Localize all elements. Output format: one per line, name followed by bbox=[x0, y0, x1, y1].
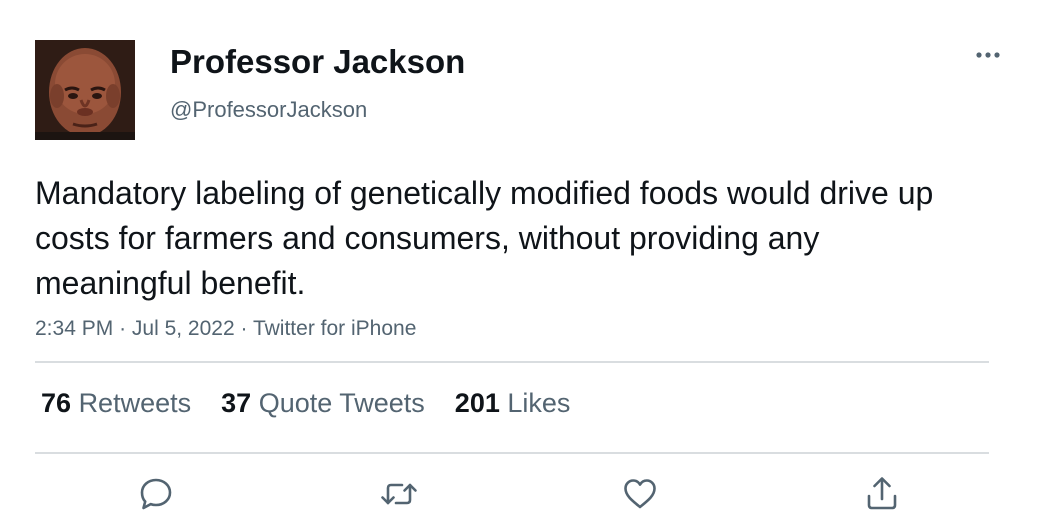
tweet-stats: 76 Retweets 37 Quote Tweets 201 Likes bbox=[41, 388, 570, 419]
share-button[interactable] bbox=[860, 472, 904, 516]
likes-label: Likes bbox=[507, 388, 571, 418]
tweet-source[interactable]: Twitter for iPhone bbox=[253, 317, 416, 340]
retweet-icon bbox=[377, 472, 421, 516]
divider bbox=[35, 452, 989, 454]
tweet-meta: 2:34 PM · Jul 5, 2022 · Twitter for iPho… bbox=[35, 317, 416, 341]
reply-button[interactable] bbox=[134, 472, 178, 516]
likes-stat[interactable]: 201 Likes bbox=[455, 388, 571, 419]
like-button[interactable] bbox=[618, 472, 662, 516]
reply-icon bbox=[134, 472, 178, 516]
more-options-button[interactable] bbox=[970, 44, 1006, 66]
heart-icon bbox=[618, 472, 662, 516]
tweet-time[interactable]: 2:34 PM bbox=[35, 317, 113, 340]
author-display-name[interactable]: Professor Jackson bbox=[170, 43, 465, 81]
quote-tweets-stat[interactable]: 37 Quote Tweets bbox=[221, 388, 425, 419]
author-handle[interactable]: @ProfessorJackson bbox=[170, 97, 367, 123]
share-icon bbox=[860, 472, 904, 516]
action-bar bbox=[0, 472, 1050, 518]
retweets-count: 76 bbox=[41, 388, 72, 418]
tweet-date[interactable]: Jul 5, 2022 bbox=[132, 317, 235, 340]
quote-tweets-label: Quote Tweets bbox=[258, 388, 425, 418]
meta-separator: · bbox=[240, 317, 248, 340]
retweets-stat[interactable]: 76 Retweets bbox=[41, 388, 191, 419]
quote-tweets-count: 37 bbox=[221, 388, 252, 418]
divider bbox=[35, 361, 989, 363]
likes-count: 201 bbox=[454, 388, 500, 418]
avatar-portrait bbox=[35, 40, 135, 140]
more-horizontal-icon bbox=[970, 52, 1006, 70]
retweets-label: Retweets bbox=[78, 388, 192, 418]
tweet-text: Mandatory labeling of genetically modifi… bbox=[35, 175, 934, 301]
retweet-button[interactable] bbox=[377, 472, 421, 516]
meta-separator: · bbox=[119, 317, 127, 340]
avatar[interactable] bbox=[35, 40, 135, 140]
